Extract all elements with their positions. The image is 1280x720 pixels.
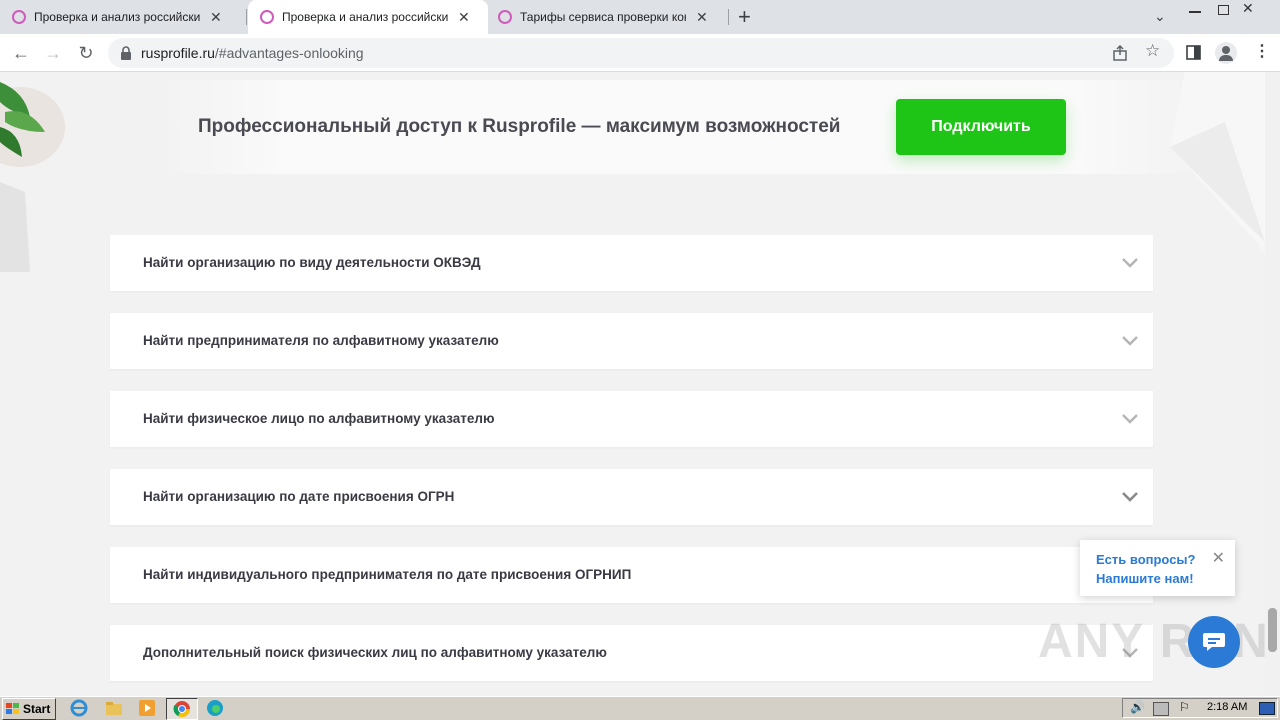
- accordion-label: Найти индивидуального предпринимателя по…: [143, 567, 632, 582]
- close-tab-icon[interactable]: ✕: [696, 9, 708, 26]
- accordion-label: Найти физическое лицо по алфавитному ука…: [143, 411, 495, 426]
- accordion-label: Найти предпринимателя по алфавитному ука…: [143, 333, 499, 348]
- browser-toolbar: ← → ↻ rusprofile.ru/#advantages-onlookin…: [0, 34, 1280, 72]
- tab-title: Проверка и анализ российских юр: [34, 10, 200, 24]
- profile-avatar-icon[interactable]: [1215, 42, 1237, 64]
- chat-button[interactable]: [1188, 616, 1240, 668]
- rusprofile-favicon-icon: [12, 10, 26, 24]
- share-icon[interactable]: [1112, 45, 1128, 61]
- reload-icon[interactable]: ↻: [73, 40, 99, 66]
- page-content: Профессиональный доступ к Rusprofile — м…: [0, 72, 1265, 696]
- accordion-item-ogrnip-date[interactable]: Найти индивидуального предпринимателя по…: [110, 547, 1153, 603]
- system-tray: 🔊 ⚐ 2:18 AM: [1122, 698, 1278, 718]
- chevron-down-icon: [1122, 258, 1138, 268]
- connect-button[interactable]: Подключить: [896, 99, 1066, 155]
- tab-title: Тарифы сервиса проверки контра: [520, 10, 686, 24]
- promo-text: Профессиональный доступ к Rusprofile — м…: [198, 116, 841, 137]
- bookmark-star-icon[interactable]: ☆: [1145, 41, 1160, 61]
- internet-explorer-icon[interactable]: [70, 699, 88, 717]
- menu-kebab-icon[interactable]: ⋮: [1254, 41, 1270, 61]
- windows-taskbar: Start 🔊 ⚐ 2:18 AM: [0, 696, 1280, 720]
- chat-prompt-line2: Напишите нам!: [1096, 571, 1194, 586]
- side-panel-icon[interactable]: [1186, 45, 1201, 60]
- chevron-down-icon: [1122, 414, 1138, 424]
- close-tab-icon[interactable]: ✕: [210, 9, 222, 26]
- start-label: Start: [23, 702, 51, 716]
- address-bar[interactable]: rusprofile.ru/#advantages-onlooking ☆: [108, 38, 1174, 68]
- promo-banner: Профессиональный доступ к Rusprofile — м…: [160, 80, 1200, 174]
- tab-title: Проверка и анализ российских юр: [282, 10, 448, 24]
- rusprofile-favicon-icon: [260, 10, 274, 24]
- accordion-item-entrepreneur-index[interactable]: Найти предпринимателя по алфавитному ука…: [110, 313, 1153, 369]
- url-host: rusprofile.ru: [141, 45, 215, 61]
- close-window-button[interactable]: ✕: [1242, 0, 1254, 17]
- edge-icon[interactable]: [206, 699, 224, 717]
- network-icon[interactable]: [1153, 702, 1169, 716]
- volume-icon[interactable]: 🔊: [1130, 700, 1145, 714]
- accordion-label: Дополнительный поиск физических лиц по а…: [143, 645, 607, 660]
- close-icon[interactable]: ✕: [1212, 548, 1225, 568]
- show-desktop-icon[interactable]: [1259, 702, 1275, 715]
- back-arrow-icon[interactable]: ←: [8, 40, 34, 66]
- accordion-label: Найти организацию по виду деятельности О…: [143, 255, 481, 270]
- restore-button[interactable]: [1212, 2, 1234, 16]
- chevron-down-icon: [1122, 492, 1138, 502]
- tab-2[interactable]: Проверка и анализ российских юр ✕: [248, 0, 488, 34]
- accordion-item-extra-person-search[interactable]: Дополнительный поиск физических лиц по а…: [110, 625, 1153, 681]
- url-text: rusprofile.ru/#advantages-onlooking: [141, 45, 364, 61]
- chat-prompt-popup[interactable]: Есть вопросы? Напишите нам! ✕: [1080, 540, 1235, 596]
- chat-bubble-icon: [1203, 633, 1225, 651]
- url-path: /#advantages-onlooking: [214, 45, 364, 61]
- accordion-item-person-index[interactable]: Найти физическое лицо по алфавитному ука…: [110, 391, 1153, 447]
- page-scrollbar[interactable]: [1265, 72, 1280, 696]
- tab-search-chevron-icon[interactable]: ⌄: [1154, 8, 1166, 25]
- tab-separator: [728, 9, 729, 25]
- forward-arrow-icon[interactable]: →: [40, 40, 66, 66]
- chat-prompt-line1: Есть вопросы?: [1096, 552, 1196, 567]
- scrollbar-thumb[interactable]: [1268, 608, 1277, 652]
- taskbar-clock: 2:18 AM: [1207, 701, 1248, 713]
- accordion-label: Найти организацию по дате присвоения ОГР…: [143, 489, 455, 504]
- minimize-button[interactable]: [1184, 2, 1206, 16]
- rusprofile-favicon-icon: [498, 10, 512, 24]
- paper-decoration: [1170, 72, 1265, 252]
- media-player-icon[interactable]: [138, 699, 156, 717]
- tab-separator: [246, 9, 247, 25]
- tab-strip: Проверка и анализ российских юр ✕ Провер…: [0, 0, 1280, 34]
- flag-icon[interactable]: ⚐: [1179, 700, 1190, 714]
- windows-logo-icon: [6, 703, 19, 714]
- chevron-down-icon: [1122, 336, 1138, 346]
- tab-1[interactable]: Проверка и анализ российских юр ✕: [10, 0, 244, 34]
- folder-icon[interactable]: [105, 699, 123, 717]
- chrome-taskbar-button[interactable]: [166, 698, 198, 720]
- close-tab-icon[interactable]: ✕: [458, 9, 470, 26]
- tab-3[interactable]: Тарифы сервиса проверки контра ✕: [496, 0, 726, 34]
- plant-decoration: [0, 82, 65, 272]
- new-tab-button[interactable]: +: [738, 4, 751, 30]
- start-button[interactable]: Start: [2, 698, 56, 720]
- accordion-item-okved[interactable]: Найти организацию по виду деятельности О…: [110, 235, 1153, 291]
- chrome-icon: [173, 701, 191, 718]
- lock-icon: [121, 46, 131, 60]
- accordion-item-ogrn-date[interactable]: Найти организацию по дате присвоения ОГР…: [110, 469, 1153, 525]
